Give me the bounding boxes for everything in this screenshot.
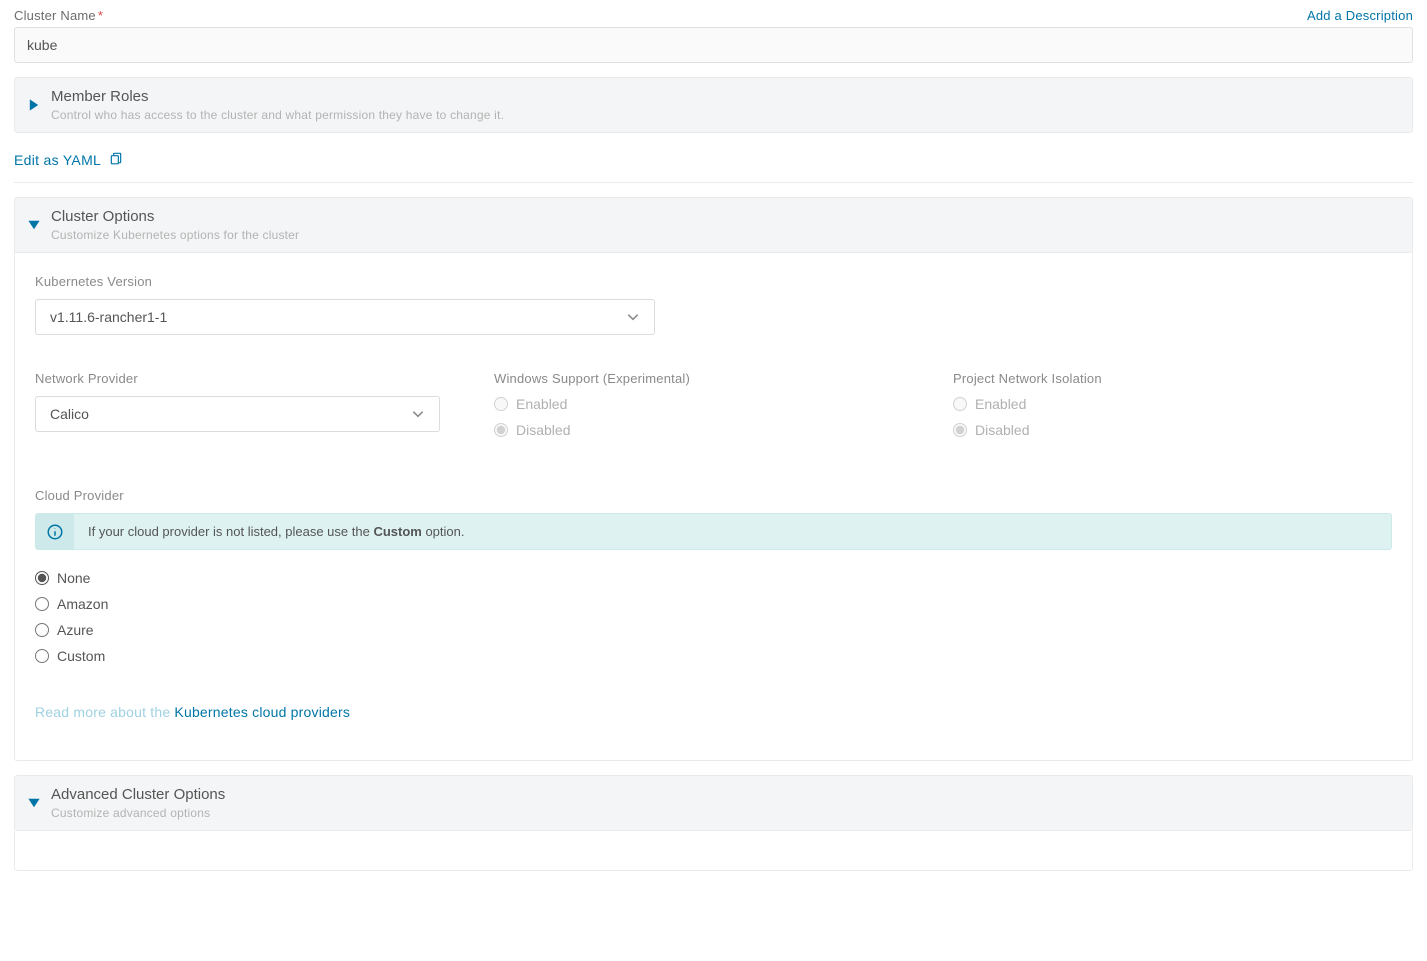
banner-prefix: If your cloud provider is not listed, pl… bbox=[88, 524, 373, 539]
k8s-cloud-providers-link[interactable]: Kubernetes cloud providers bbox=[174, 704, 350, 720]
cloud-provider-label: Cloud Provider bbox=[35, 488, 1392, 503]
k8s-version-label: Kubernetes Version bbox=[35, 274, 1392, 289]
member-roles-subtitle: Control who has access to the cluster an… bbox=[51, 108, 504, 122]
cloud-provider-amazon-label: Amazon bbox=[57, 596, 108, 612]
cloud-provider-azure-radio[interactable] bbox=[35, 623, 49, 637]
project-isolation-disabled-row: Disabled bbox=[953, 422, 1392, 438]
advanced-options-header[interactable]: Advanced Cluster Options Customize advan… bbox=[14, 775, 1413, 831]
read-more-row: Read more about the Kubernetes cloud pro… bbox=[35, 704, 1392, 720]
project-isolation-enabled-row: Enabled bbox=[953, 396, 1392, 412]
cluster-options-header[interactable]: Cluster Options Customize Kubernetes opt… bbox=[14, 197, 1413, 253]
project-isolation-enabled-radio bbox=[953, 397, 967, 411]
project-isolation-label: Project Network Isolation bbox=[953, 371, 1392, 386]
network-provider-value: Calico bbox=[50, 406, 89, 422]
project-isolation-disabled-label: Disabled bbox=[975, 422, 1029, 438]
cloud-provider-none-row[interactable]: None bbox=[35, 570, 1392, 586]
windows-support-enabled-row: Enabled bbox=[494, 396, 933, 412]
cloud-provider-none-label: None bbox=[57, 570, 90, 586]
edit-as-yaml-link[interactable]: Edit as YAML bbox=[14, 152, 101, 168]
clipboard-icon[interactable] bbox=[109, 151, 123, 168]
banner-suffix: option. bbox=[422, 524, 465, 539]
info-icon bbox=[36, 514, 74, 549]
read-more-prefix: Read more about the bbox=[35, 704, 174, 720]
cloud-provider-amazon-radio[interactable] bbox=[35, 597, 49, 611]
chevron-right-icon bbox=[27, 98, 41, 112]
cloud-provider-custom-radio[interactable] bbox=[35, 649, 49, 663]
windows-support-disabled-radio bbox=[494, 423, 508, 437]
cloud-provider-none-radio[interactable] bbox=[35, 571, 49, 585]
windows-support-enabled-label: Enabled bbox=[516, 396, 567, 412]
windows-support-label: Windows Support (Experimental) bbox=[494, 371, 933, 386]
windows-support-disabled-label: Disabled bbox=[516, 422, 570, 438]
cluster-options-body: Kubernetes Version v1.11.6-rancher1-1 Ne… bbox=[14, 250, 1413, 761]
required-asterisk: * bbox=[98, 8, 103, 23]
k8s-version-value: v1.11.6-rancher1-1 bbox=[50, 309, 167, 325]
chevron-down-icon bbox=[27, 218, 41, 232]
windows-support-enabled-radio bbox=[494, 397, 508, 411]
chevron-down-icon bbox=[626, 310, 640, 324]
cloud-provider-custom-row[interactable]: Custom bbox=[35, 648, 1392, 664]
project-isolation-disabled-radio bbox=[953, 423, 967, 437]
network-provider-select[interactable]: Calico bbox=[35, 396, 440, 432]
advanced-options-body bbox=[14, 831, 1413, 871]
chevron-down-icon bbox=[411, 407, 425, 421]
chevron-down-icon bbox=[27, 796, 41, 810]
banner-bold: Custom bbox=[373, 524, 421, 539]
member-roles-header[interactable]: Member Roles Control who has access to t… bbox=[14, 77, 1413, 133]
windows-support-disabled-row: Disabled bbox=[494, 422, 933, 438]
cluster-options-subtitle: Customize Kubernetes options for the clu… bbox=[51, 228, 299, 242]
cloud-provider-info-banner: If your cloud provider is not listed, pl… bbox=[35, 513, 1392, 550]
cluster-name-input[interactable] bbox=[14, 27, 1413, 63]
advanced-options-title: Advanced Cluster Options bbox=[51, 786, 225, 803]
add-description-link[interactable]: Add a Description bbox=[1307, 8, 1413, 23]
project-isolation-enabled-label: Enabled bbox=[975, 396, 1026, 412]
cloud-provider-custom-label: Custom bbox=[57, 648, 105, 664]
cloud-provider-azure-label: Azure bbox=[57, 622, 94, 638]
cloud-provider-azure-row[interactable]: Azure bbox=[35, 622, 1392, 638]
member-roles-title: Member Roles bbox=[51, 88, 504, 105]
k8s-version-select[interactable]: v1.11.6-rancher1-1 bbox=[35, 299, 655, 335]
cluster-name-label: Cluster Name bbox=[14, 8, 96, 23]
cloud-provider-amazon-row[interactable]: Amazon bbox=[35, 596, 1392, 612]
cluster-options-title: Cluster Options bbox=[51, 208, 299, 225]
advanced-options-subtitle: Customize advanced options bbox=[51, 806, 225, 820]
network-provider-label: Network Provider bbox=[35, 371, 474, 386]
